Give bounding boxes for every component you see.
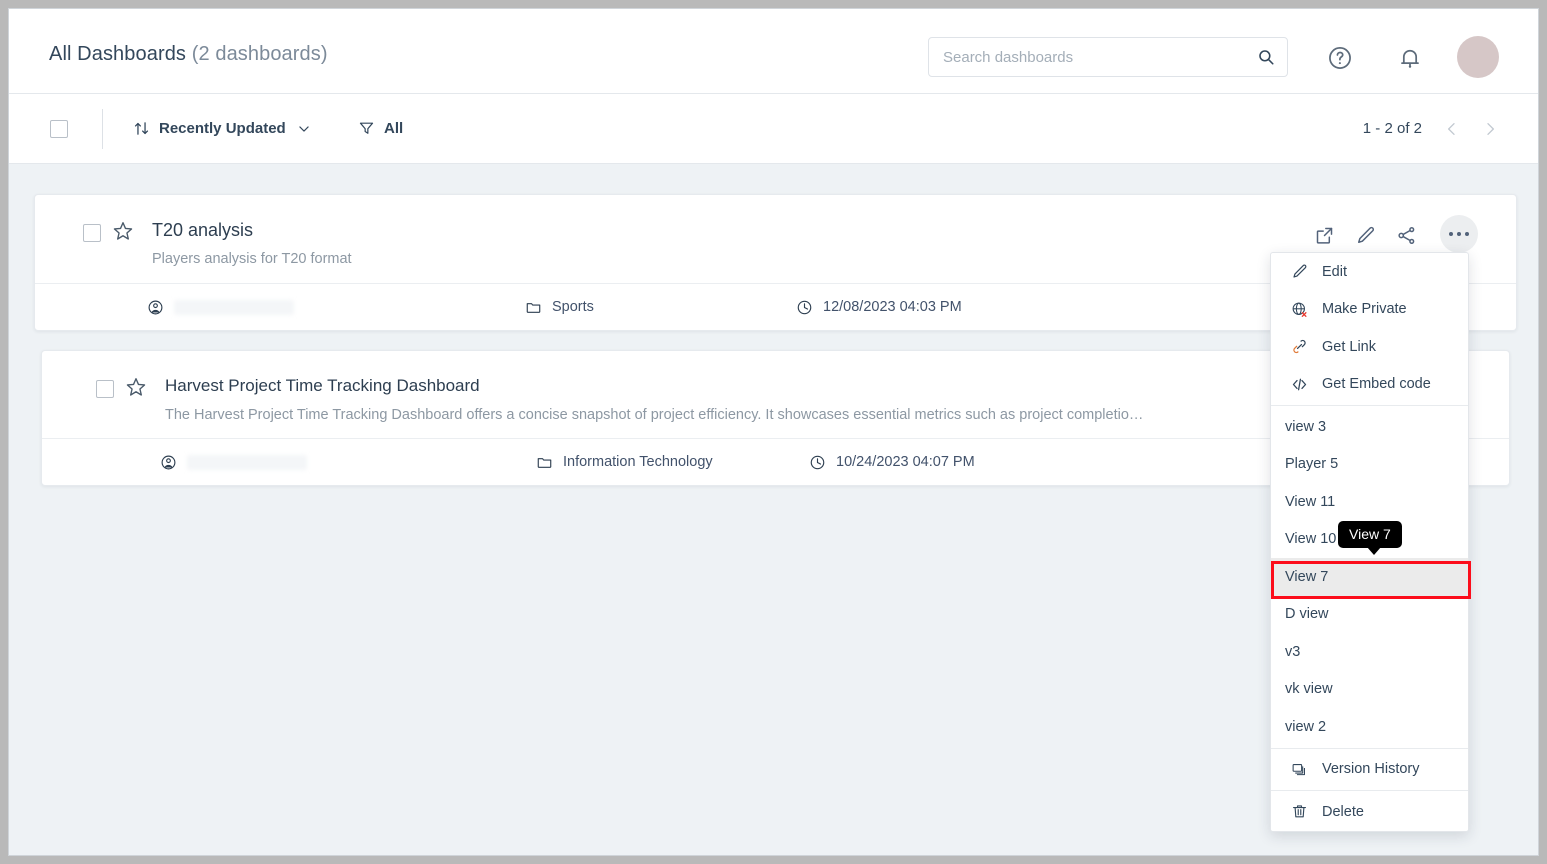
pagination-next-button[interactable] [1482, 121, 1498, 137]
menu-view-label: View 7 [1285, 569, 1328, 585]
folder-icon [536, 454, 553, 471]
menu-item-label: Version History [1322, 761, 1420, 777]
link-icon [1291, 338, 1308, 355]
dashboard-description: Players analysis for T20 format [152, 251, 352, 267]
menu-item-label: Edit [1322, 264, 1347, 280]
menu-item-version-history[interactable]: Version History [1271, 751, 1468, 789]
pagination-label: 1 - 2 of 2 [1363, 120, 1422, 137]
menu-divider [1271, 748, 1468, 749]
folder-icon [525, 299, 542, 316]
more-actions-button[interactable] [1440, 215, 1478, 253]
menu-item-make-private[interactable]: Make Private [1271, 291, 1468, 329]
menu-item-edit[interactable]: Edit [1271, 253, 1468, 291]
menu-item-get-link[interactable]: Get Link [1271, 328, 1468, 366]
menu-view-item[interactable]: Player 5 [1271, 446, 1468, 484]
menu-view-item-selected[interactable]: View 7 [1271, 558, 1468, 596]
menu-view-label: Player 5 [1285, 456, 1338, 472]
chevron-down-icon [297, 122, 311, 136]
dashboard-card-checkbox[interactable] [96, 380, 114, 398]
menu-view-item[interactable]: v3 [1271, 633, 1468, 671]
dashboard-description: The Harvest Project Time Tracking Dashbo… [165, 407, 1143, 423]
user-icon [147, 299, 164, 316]
menu-item-label: Make Private [1322, 301, 1407, 317]
page-title-main: All Dashboards [49, 43, 186, 65]
page-title-count: (2 dashboards) [192, 43, 328, 65]
search-box[interactable] [928, 37, 1288, 77]
menu-view-label: D view [1285, 606, 1329, 622]
dashboard-folder-name: Sports [552, 299, 594, 315]
menu-divider [1271, 405, 1468, 406]
menu-view-item[interactable]: view 3 [1271, 408, 1468, 446]
dashboard-owner: redacted name [160, 454, 307, 471]
menu-view-label: View 11 [1285, 494, 1335, 510]
menu-view-label: View 10 [1285, 531, 1336, 547]
edit-pencil-icon[interactable] [1355, 225, 1376, 246]
menu-divider [1271, 790, 1468, 791]
dashboard-updated-time: 12/08/2023 04:03 PM [823, 299, 962, 315]
dashboard-title[interactable]: Harvest Project Time Tracking Dashboard [165, 376, 480, 396]
toolbar-divider [102, 109, 103, 149]
menu-view-label: vk view [1285, 681, 1333, 697]
menu-item-get-embed-code[interactable]: Get Embed code [1271, 366, 1468, 404]
menu-view-label: view 2 [1285, 719, 1326, 735]
star-icon[interactable] [112, 220, 134, 242]
filter-icon [358, 120, 375, 137]
dashboard-folder: Sports [525, 299, 594, 316]
help-circle-icon[interactable] [1327, 45, 1353, 71]
page-title: All Dashboards (2 dashboards) [49, 43, 328, 66]
filter-dropdown[interactable]: All [358, 120, 403, 137]
sort-dropdown[interactable]: Recently Updated [133, 120, 311, 137]
star-icon[interactable] [125, 376, 147, 398]
dashboard-owner-name: redacted name [174, 300, 294, 315]
more-dots-icon [1449, 232, 1469, 236]
version-history-icon [1291, 761, 1308, 778]
clock-icon [796, 299, 813, 316]
dashboard-folder-name: Information Technology [563, 454, 713, 470]
menu-view-item[interactable]: view 2 [1271, 708, 1468, 746]
menu-item-label: Delete [1322, 804, 1364, 820]
pagination: 1 - 2 of 2 [1363, 120, 1498, 137]
menu-view-item[interactable]: View 11 [1271, 483, 1468, 521]
list-toolbar: Recently Updated All 1 - 2 of 2 [9, 94, 1538, 164]
dashboard-updated-time: 10/24/2023 04:07 PM [836, 454, 975, 470]
sort-icon [133, 120, 150, 137]
menu-view-item[interactable]: vk view [1271, 671, 1468, 709]
avatar[interactable] [1457, 36, 1499, 78]
menu-item-label: Get Embed code [1322, 376, 1431, 392]
menu-item-delete[interactable]: Delete [1271, 793, 1468, 831]
menu-item-label: Get Link [1322, 339, 1376, 355]
dashboard-title[interactable]: T20 analysis [152, 220, 253, 241]
globe-off-icon [1291, 301, 1308, 318]
user-icon [160, 454, 177, 471]
search-input[interactable] [929, 38, 1247, 76]
search-icon[interactable] [1257, 48, 1275, 66]
page-header: All Dashboards (2 dashboards) [9, 9, 1538, 94]
open-external-icon[interactable] [1314, 225, 1335, 246]
menu-view-label: v3 [1285, 644, 1300, 660]
view-tooltip: View 7 [1338, 521, 1402, 548]
select-all-checkbox[interactable] [50, 120, 68, 138]
trash-icon [1291, 803, 1308, 820]
dashboard-owner-name: redacted name [187, 455, 307, 470]
menu-view-label: view 3 [1285, 419, 1326, 435]
clock-icon [809, 454, 826, 471]
share-icon[interactable] [1396, 225, 1417, 246]
pencil-icon [1291, 263, 1308, 280]
dashboard-owner: redacted name [147, 299, 294, 316]
dashboard-card-actions [1314, 217, 1478, 253]
filter-label: All [384, 120, 403, 137]
code-icon [1291, 376, 1308, 393]
dashboard-updated: 10/24/2023 04:07 PM [809, 454, 975, 471]
dashboard-folder: Information Technology [536, 454, 713, 471]
sort-label: Recently Updated [159, 120, 286, 137]
dashboard-updated: 12/08/2023 04:03 PM [796, 299, 962, 316]
dashboard-card-checkbox[interactable] [83, 224, 101, 242]
bell-icon[interactable] [1397, 45, 1423, 71]
pagination-prev-button[interactable] [1444, 121, 1460, 137]
menu-view-item[interactable]: D view [1271, 596, 1468, 634]
app-window: All Dashboards (2 dashboards) [8, 8, 1539, 856]
